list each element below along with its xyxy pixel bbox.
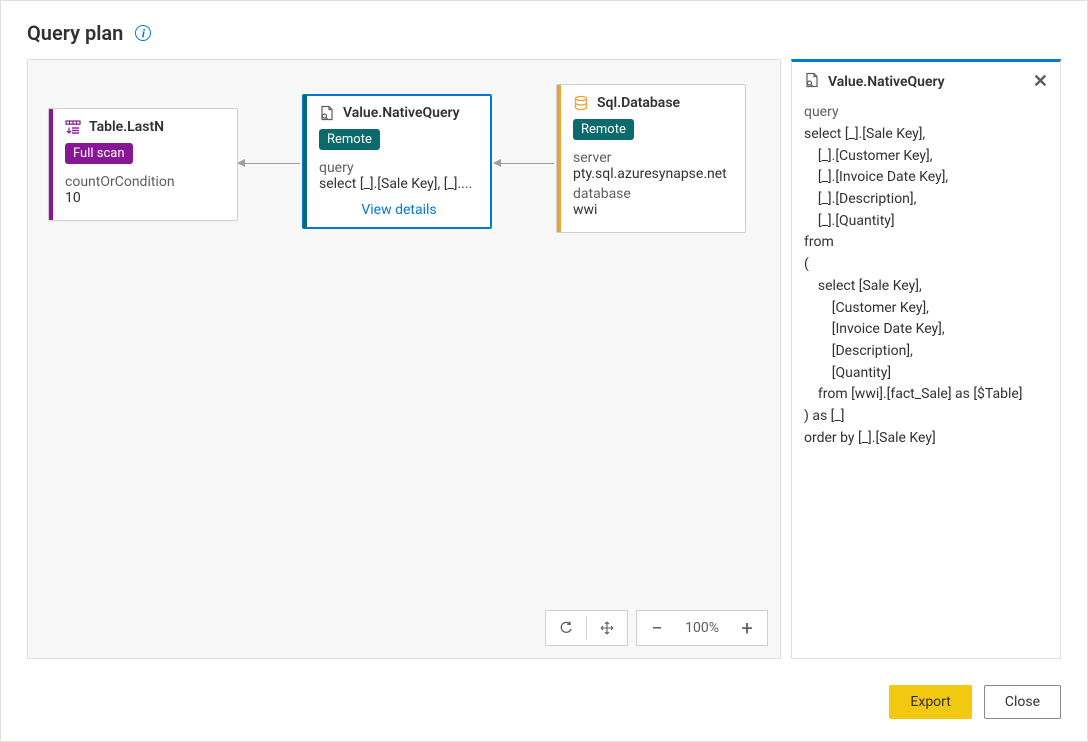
script-icon (319, 105, 335, 121)
export-button[interactable]: Export (889, 685, 971, 719)
database-icon (573, 95, 589, 111)
node-title-row: Value.NativeQuery (319, 105, 479, 121)
param-value: 10 (65, 190, 225, 206)
details-pane: Value.NativeQuery ✕ query select [_].[Sa… (791, 59, 1061, 659)
server-value: pty.sql.azuresynapse.net (573, 166, 733, 182)
node-sql-database[interactable]: Sql.Database Remote server pty.sql.azure… (556, 84, 746, 233)
reset-view-button[interactable] (546, 610, 586, 646)
server-label: server (573, 150, 733, 166)
workspace: Table.LastN Full scan countOrCondition 1… (27, 59, 1061, 659)
plan-canvas[interactable]: Table.LastN Full scan countOrCondition 1… (27, 59, 781, 659)
node-title-row: Sql.Database (573, 95, 733, 111)
dialog-footer: Export Close (889, 685, 1061, 719)
node-title-row: Table.LastN (65, 119, 225, 135)
node-title: Value.NativeQuery (343, 105, 460, 121)
param-label: countOrCondition (65, 174, 225, 190)
node-table-lastn[interactable]: Table.LastN Full scan countOrCondition 1… (48, 108, 238, 221)
fit-view-button[interactable] (587, 610, 627, 646)
node-title: Table.LastN (89, 119, 164, 135)
script-icon (804, 72, 820, 92)
remote-badge: Remote (573, 119, 634, 140)
lastn-icon (65, 119, 81, 135)
fullscan-badge: Full scan (65, 143, 133, 164)
node-title: Sql.Database (597, 95, 680, 111)
remote-badge: Remote (319, 129, 380, 150)
node-native-query[interactable]: Value.NativeQuery Remote query select [_… (302, 94, 492, 229)
close-button[interactable]: Close (984, 685, 1061, 719)
dialog-title: Query plan (27, 21, 123, 45)
view-details-link[interactable]: View details (319, 202, 479, 218)
close-details-button[interactable]: ✕ (1033, 73, 1048, 91)
details-body: select [_].[Sale Key], [_].[Customer Key… (804, 124, 1048, 449)
zoom-percent: 100% (677, 620, 727, 636)
dialog-header: Query plan i (27, 21, 1061, 45)
database-value: wwi (573, 202, 733, 218)
query-value: select [_].[Sale Key], [_].... (319, 176, 479, 192)
query-label: query (319, 160, 479, 176)
zoom-in-button[interactable]: + (727, 610, 767, 646)
details-label: query (804, 104, 1048, 120)
arrow-native-to-lastn (238, 163, 300, 164)
arrow-sql-to-native (494, 163, 554, 164)
database-label: database (573, 186, 733, 202)
details-title: Value.NativeQuery (828, 74, 1025, 90)
info-icon[interactable]: i (135, 25, 151, 41)
zoom-out-button[interactable]: − (637, 610, 677, 646)
query-plan-dialog: Query plan i (0, 0, 1088, 742)
zoom-controls: − 100% + (545, 610, 768, 646)
